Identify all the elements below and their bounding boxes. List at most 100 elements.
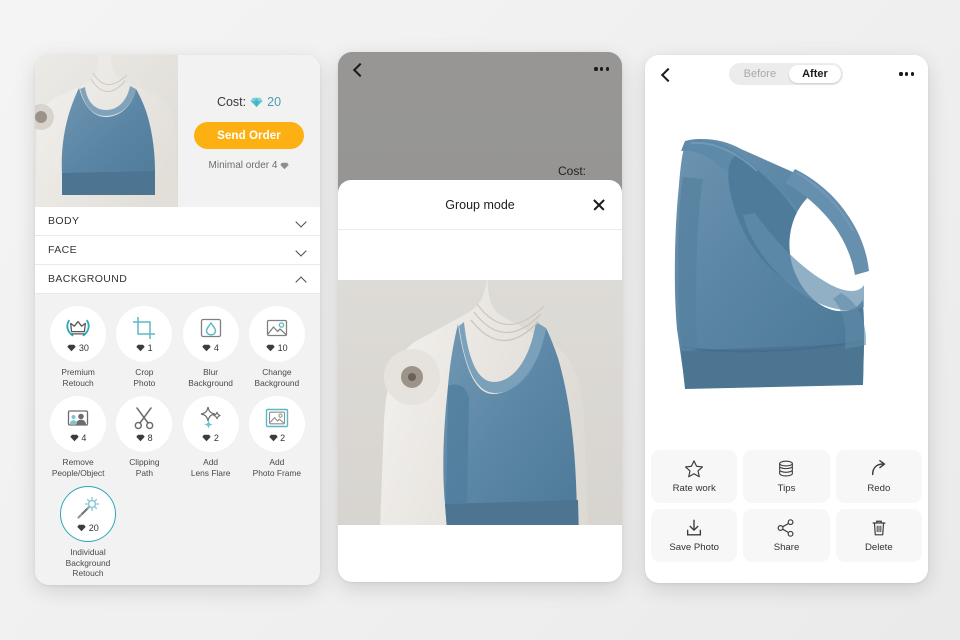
gem-icon [136,344,145,352]
crop-icon [132,315,156,341]
chevron-down-icon [296,245,307,256]
more-options-icon[interactable] [594,67,609,71]
toggle-before[interactable]: Before [731,65,789,83]
remove-person-icon [66,405,90,431]
modal-header: Group mode [338,180,622,230]
service-circle: 10 [248,306,305,362]
action-label: Rate work [672,483,716,494]
price-value: 30 [78,343,89,353]
action-grid: Rate work Tips Redo Save Photo Share Del… [651,450,922,562]
gem-icon [268,434,278,442]
chevron-down-icon [296,216,307,227]
service-remove-people-object[interactable]: 4 Remove People/Object [45,396,111,478]
gem-icon [70,434,79,442]
sparkle-icon [199,405,223,431]
trash-icon [872,520,886,536]
gem-icon [280,162,290,169]
accordion-body[interactable]: BODY [35,207,320,236]
service-circle: 8 [116,396,173,452]
star-icon [685,460,704,478]
cost-value: 20 [267,95,282,109]
service-premium-retouch[interactable]: 30 Premium Retouch [45,306,111,388]
service-add-photo-frame[interactable]: 2 Add Photo Frame [244,396,310,478]
result-panel: Before After Rate work Tips Redo Save Ph… [645,55,928,583]
water-drop-icon [199,315,223,341]
group-mode-panel: Cost: Group mode [338,52,622,582]
service-label: Add Photo Frame [252,457,302,478]
background-services-area: 30 Premium Retouch 1 Crop Photo 4 Blur B… [35,294,320,585]
back-chevron-icon[interactable] [351,63,364,76]
service-price: 8 [136,433,153,443]
service-circle-selected: 20 [60,486,116,542]
result-actions: Rate work Tips Redo Save Photo Share Del… [645,446,928,570]
service-crop-photo[interactable]: 1 Crop Photo [111,306,177,388]
price-value: 2 [280,433,286,443]
service-icon-grid: 30 Premium Retouch 1 Crop Photo 4 Blur B… [45,306,310,478]
service-clipping-path[interactable]: 8 Clipping Path [111,396,177,478]
panel-footer [338,525,622,582]
accordion-background[interactable]: BACKGROUND [35,265,320,294]
service-price: 4 [70,433,87,443]
modal-title: Group mode [445,197,515,212]
service-blur-background[interactable]: 4 Blur Background [178,306,244,388]
cost-label-dimmed: Cost: [557,164,586,178]
redo-button[interactable]: Redo [835,450,922,503]
service-circle: 1 [116,306,173,362]
before-after-toggle[interactable]: Before After [728,63,843,85]
gem-icon [67,344,77,352]
tips-button[interactable]: Tips [743,450,830,503]
gem-icon [250,97,263,107]
accordion-label: BODY [48,215,80,227]
order-actions: Cost: 20 Send Order Minimal order 4 [178,55,320,207]
service-change-background[interactable]: 10 Change Background [244,306,310,388]
retouched-product-photo[interactable] [645,93,928,446]
service-label: Premium Retouch [61,367,95,388]
back-chevron-icon[interactable] [659,68,672,81]
app-screenshot: Cost: 20 Send Order Minimal order 4 BODY… [0,0,960,640]
gem-icon [136,434,145,442]
panel-header [338,52,622,86]
service-individual-background-retouch[interactable]: 20 Individual Background Retouch [55,486,121,579]
chevron-up-icon [296,274,307,285]
minimal-order-note: Minimal order 4 [209,160,290,171]
magic-wand-icon [76,495,100,521]
photo-frame-icon [265,405,289,431]
service-label: Clipping Path [129,457,160,478]
service-price: 20 [77,523,99,533]
action-label: Save Photo [669,542,719,553]
service-circle: 4 [182,306,239,362]
accordion-label: BACKGROUND [48,273,128,285]
send-order-button[interactable]: Send Order [194,122,304,149]
rate-work-button[interactable]: Rate work [651,450,738,503]
crown-laurel-icon [65,315,91,341]
price-value: 4 [213,343,219,353]
service-label: Add Lens Flare [190,457,231,478]
coins-icon [779,460,794,477]
more-options-icon[interactable] [899,72,914,76]
panel-header: Before After [645,55,928,93]
price-value: 1 [147,343,153,353]
delete-button[interactable]: Delete [835,509,922,562]
order-panel: Cost: 20 Send Order Minimal order 4 BODY… [35,55,320,585]
accordion-face[interactable]: FACE [35,236,320,265]
service-label: Remove People/Object [51,457,105,478]
share-button[interactable]: Share [743,509,830,562]
action-label: Delete [864,542,893,553]
close-icon[interactable] [592,198,606,212]
scissors-icon [133,405,155,431]
action-label: Redo [867,483,891,494]
product-thumbnail[interactable] [35,55,178,207]
service-add-lens-flare[interactable]: 2 Add Lens Flare [178,396,244,478]
gem-icon [202,434,212,442]
order-summary-header: Cost: 20 Send Order Minimal order 4 [35,55,320,207]
service-price: 10 [266,343,288,353]
toggle-after[interactable]: After [789,65,841,83]
service-label: Crop Photo [133,367,156,388]
price-value: 4 [81,433,87,443]
save-photo-button[interactable]: Save Photo [651,509,738,562]
selected-service-row: 20 Individual Background Retouch [45,478,310,579]
service-circle: 4 [50,396,107,452]
price-value: 20 [88,523,99,533]
action-label: Share [773,542,800,553]
price-value: 10 [277,343,288,353]
